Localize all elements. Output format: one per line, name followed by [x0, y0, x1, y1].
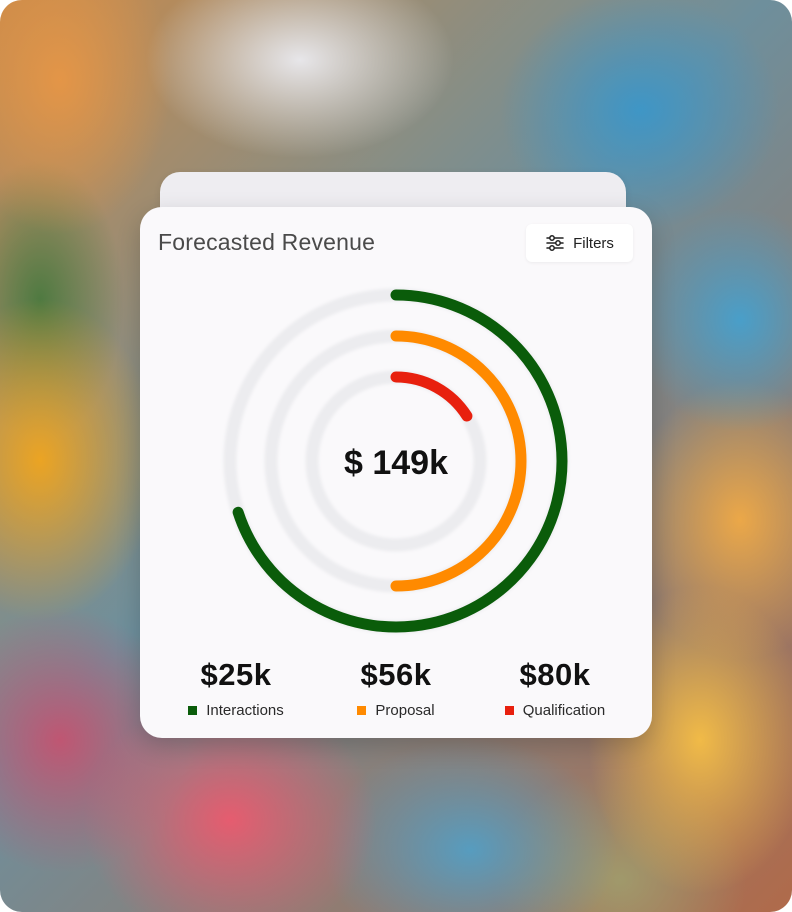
legend-swatch [504, 706, 514, 715]
total-proposal: $56k Proposal [311, 657, 481, 720]
radial-chart: $ 149k [223, 288, 569, 634]
total-value: $80k [519, 657, 591, 692]
ring-arc-qualification [390, 371, 473, 422]
legend-swatch [357, 706, 367, 715]
total-value: $56k [360, 657, 432, 692]
forecast-card: Forecasted Revenue Filters $ 149k $25k I… [140, 207, 652, 738]
legend-label: Interactions [206, 702, 284, 719]
total-interactions: $25k Interactions [151, 657, 321, 720]
totals-row: $25k Interactions $56k Proposal $80k Qua… [140, 657, 652, 727]
total-value: $25k [200, 657, 272, 692]
legend-swatch [188, 706, 198, 715]
total-qualification: $80k Qualification [470, 657, 640, 720]
legend-label: Qualification [522, 702, 606, 719]
center-total-label: $ 149k [344, 444, 448, 482]
legend-label: Proposal [375, 702, 435, 719]
